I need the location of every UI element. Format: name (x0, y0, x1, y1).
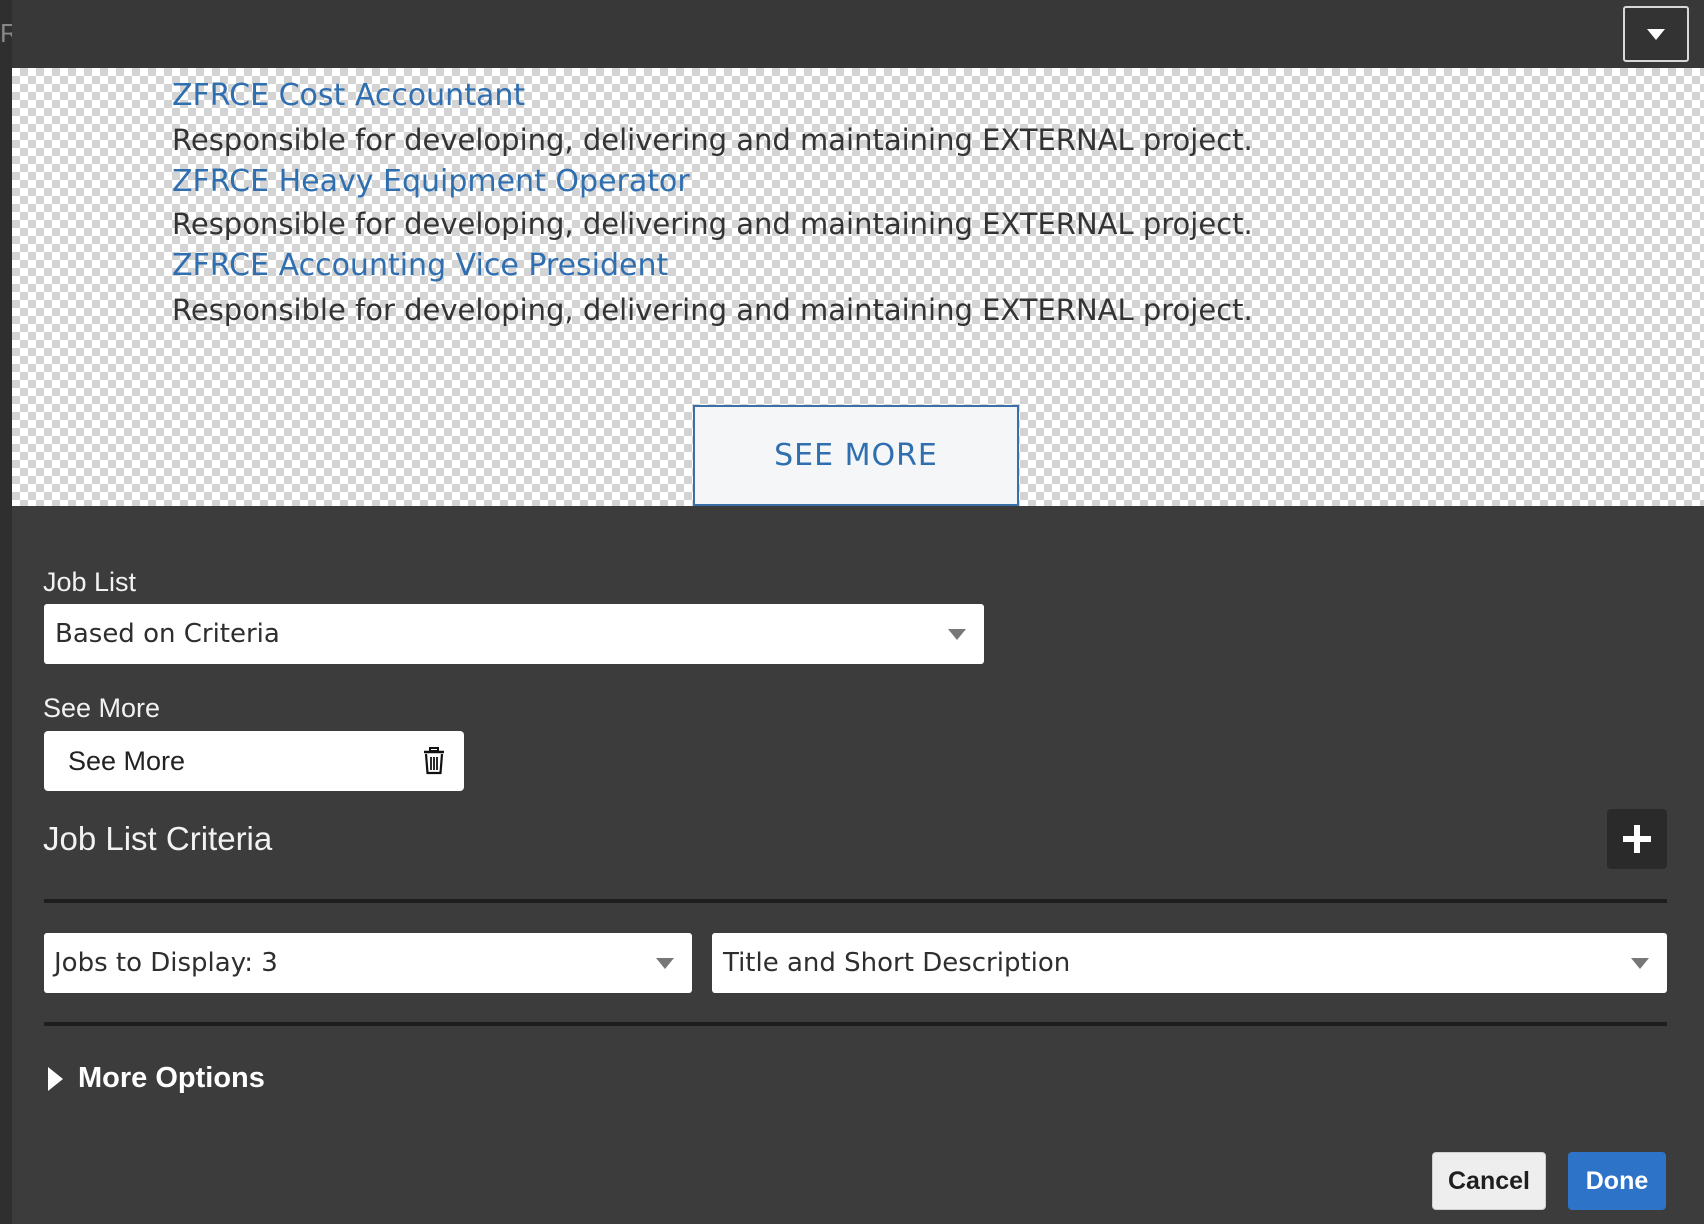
display-format-select[interactable]: Title and Short Description (712, 933, 1667, 993)
trash-icon[interactable] (422, 747, 446, 775)
see-more-button[interactable]: SEE MORE (693, 405, 1019, 506)
job-description: Responsible for developing, delivering a… (172, 207, 1253, 241)
jobs-to-display-select[interactable]: Jobs to Display: 3 (44, 933, 692, 993)
see-more-field-value: See More (68, 745, 186, 776)
plus-icon (1623, 825, 1651, 853)
caret-right-icon (48, 1066, 63, 1091)
criteria-divider-top (44, 899, 1667, 903)
widget-settings-dialog: ZFRCE Cost Accountant Responsible for de… (12, 0, 1704, 1224)
cancel-button[interactable]: Cancel (1432, 1152, 1546, 1210)
job-title-link[interactable]: ZFRCE Heavy Equipment Operator (172, 164, 1253, 200)
job-title-link[interactable]: ZFRCE Cost Accountant (172, 78, 1253, 114)
more-options-toggle[interactable]: More Options (48, 1062, 265, 1095)
background-edge: R (0, 0, 19, 1224)
display-format-value: Title and Short Description (723, 948, 1071, 978)
job-item: ZFRCE Accounting Vice President Responsi… (172, 248, 1253, 328)
add-criteria-button[interactable] (1607, 809, 1667, 869)
criteria-divider-bottom (44, 1022, 1667, 1026)
job-list-select-value: Based on Criteria (55, 619, 280, 649)
settings-panel: Job List Based on Criteria See More See … (12, 506, 1704, 1224)
job-list-label: Job List (43, 567, 137, 597)
chevron-down-icon (948, 629, 966, 640)
chevron-down-icon (1631, 958, 1649, 969)
app-stage: R ZFRCE Cost Accountant Responsible for … (0, 0, 1704, 1224)
see-more-field[interactable]: See More (44, 731, 464, 791)
collapse-button[interactable] (1623, 6, 1689, 62)
job-title-link[interactable]: ZFRCE Accounting Vice President (172, 248, 1253, 284)
see-more-label: See More (43, 693, 161, 723)
chevron-down-icon (1647, 28, 1665, 40)
done-button[interactable]: Done (1568, 1152, 1666, 1210)
jobs-to-display-value: Jobs to Display: 3 (54, 948, 278, 978)
job-list-criteria-title: Job List Criteria (43, 820, 273, 857)
job-description: Responsible for developing, delivering a… (172, 293, 1253, 327)
chevron-down-icon (656, 958, 674, 969)
dialog-topbar (12, 0, 1704, 68)
more-options-label: More Options (78, 1062, 265, 1094)
job-item: ZFRCE Cost Accountant Responsible for de… (172, 78, 1253, 158)
job-item: ZFRCE Heavy Equipment Operator Responsib… (172, 164, 1253, 242)
job-list-select[interactable]: Based on Criteria (44, 604, 984, 664)
job-list-preview: ZFRCE Cost Accountant Responsible for de… (12, 68, 1704, 506)
job-description: Responsible for developing, delivering a… (172, 123, 1253, 157)
